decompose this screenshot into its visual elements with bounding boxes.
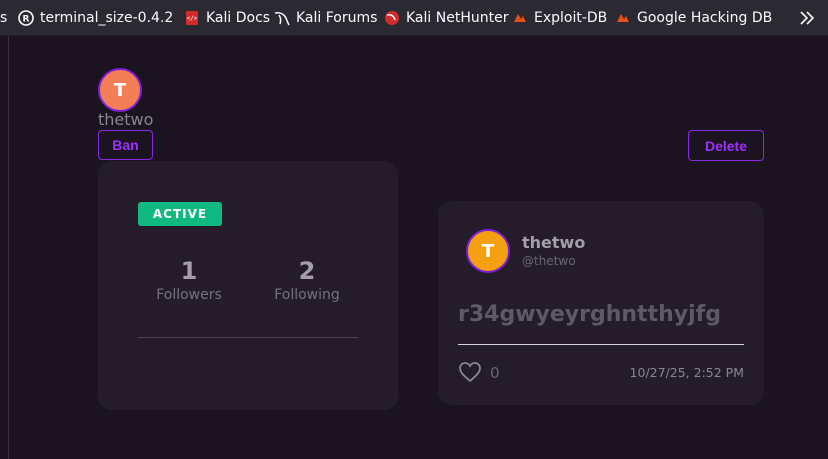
bookmark-exploit-db[interactable]: Exploit-DB bbox=[512, 0, 608, 35]
kali-docs-icon: </> bbox=[186, 11, 198, 25]
status-badge: ACTIVE bbox=[138, 202, 222, 226]
avatar: T bbox=[98, 68, 142, 112]
profile-username: thetwo bbox=[98, 110, 154, 129]
chevrons-right-icon[interactable] bbox=[798, 9, 816, 27]
svg-text:R: R bbox=[23, 15, 30, 25]
post-author-name[interactable]: thetwo bbox=[522, 233, 585, 252]
bookmark-terminal-size[interactable]: R terminal_size-0.4.2 bbox=[18, 0, 174, 35]
profile-stats-card: ACTIVE 1 Followers 2 Following bbox=[98, 161, 398, 410]
ban-button[interactable]: Ban bbox=[98, 130, 153, 160]
post-author-avatar[interactable]: T bbox=[466, 229, 510, 273]
sidebar-divider bbox=[8, 36, 9, 459]
rust-icon: R bbox=[18, 10, 34, 26]
bookmark-label: Kali NetHunter bbox=[406, 10, 509, 26]
post-timestamp: 10/27/25, 2:52 PM bbox=[629, 365, 744, 380]
bookmark-label: terminal_size-0.4.2 bbox=[40, 10, 174, 26]
divider bbox=[138, 337, 358, 338]
delete-button[interactable]: Delete bbox=[688, 130, 764, 161]
kali-dragon-icon bbox=[274, 12, 290, 26]
bookmark-kali-docs[interactable]: </> Kali Docs bbox=[184, 0, 271, 35]
followers-stat[interactable]: 1 Followers bbox=[139, 257, 239, 303]
bookmark-kali-forums[interactable]: Kali Forums bbox=[274, 0, 378, 35]
post-author-handle: @thetwo bbox=[522, 254, 576, 268]
bookmarks-toolbar: s R terminal_size-0.4.2 </> Kali Docs Ka… bbox=[0, 0, 828, 36]
bookmark-label: Exploit-DB bbox=[534, 10, 608, 26]
bookmark-kali-nethunter[interactable]: Kali NetHunter bbox=[384, 0, 509, 35]
nethunter-icon bbox=[385, 11, 399, 25]
followers-label: Followers bbox=[156, 287, 222, 303]
svg-text:</>: </> bbox=[187, 15, 198, 22]
following-stat[interactable]: 2 Following bbox=[257, 257, 357, 303]
bookmark-google-hacking-db[interactable]: Google Hacking DB bbox=[615, 0, 773, 35]
bookmark-truncated[interactable]: s bbox=[0, 0, 8, 35]
post-card: T thetwo @thetwo r34gwyeyrghntthyjfg 0 1… bbox=[438, 201, 764, 405]
bookmark-label: Kali Docs bbox=[206, 10, 271, 26]
exploit-db-icon bbox=[514, 14, 526, 22]
post-divider bbox=[458, 344, 744, 345]
followers-count: 1 bbox=[180, 257, 198, 285]
like-count: 0 bbox=[490, 364, 500, 382]
bookmark-label: s bbox=[0, 10, 8, 26]
heart-icon[interactable] bbox=[458, 361, 482, 383]
bookmark-label: Kali Forums bbox=[296, 10, 378, 26]
following-count: 2 bbox=[298, 257, 316, 285]
ghdb-icon bbox=[617, 14, 629, 22]
post-text: r34gwyeyrghntthyjfg bbox=[458, 302, 721, 327]
following-label: Following bbox=[274, 287, 340, 303]
bookmark-label: Google Hacking DB bbox=[637, 10, 773, 26]
